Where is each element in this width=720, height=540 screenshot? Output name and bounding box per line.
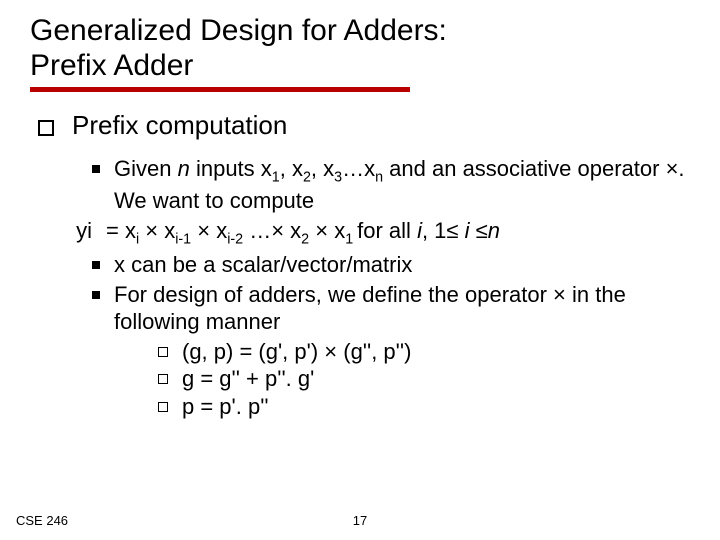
- hollow-square-bullet-icon: [38, 120, 54, 136]
- level3-item-g: g = g'' + p''. g': [158, 365, 690, 393]
- level2-text: = xi × xi-1 × xi-2 …× x2 × x1 for all i,…: [106, 217, 500, 249]
- filled-square-bullet-icon: [92, 165, 100, 173]
- slide: Generalized Design for Adders: Prefix Ad…: [0, 0, 720, 540]
- hollow-square-bullet-icon: [158, 347, 168, 357]
- level3-item-gp: (g, p) = (g', p') × (g'', p''): [158, 338, 690, 366]
- filled-square-bullet-icon: [92, 291, 100, 299]
- level2-text: x can be a scalar/vector/matrix: [114, 251, 412, 279]
- yi-label: yi: [70, 217, 92, 245]
- level2-item-given: Given n inputs x1, x2, x3…xn and an asso…: [92, 155, 690, 215]
- title-underline: [30, 87, 410, 92]
- level1-item: Prefix computation: [38, 110, 690, 141]
- level3-text: p = p'. p'': [182, 393, 269, 421]
- level2-item-operator: For design of adders, we define the oper…: [92, 281, 690, 336]
- hollow-square-bullet-icon: [158, 402, 168, 412]
- level3-text: (g, p) = (g', p') × (g'', p''): [182, 338, 411, 366]
- level2-text: Given n inputs x1, x2, x3…xn and an asso…: [114, 155, 690, 215]
- level3-item-p: p = p'. p'': [158, 393, 690, 421]
- level1-text: Prefix computation: [72, 110, 287, 141]
- filled-square-bullet-icon: [92, 261, 100, 269]
- level3-text: g = g'' + p''. g': [182, 365, 314, 393]
- level2-text: For design of adders, we define the oper…: [114, 281, 690, 336]
- level2-item-yi: yi = xi × xi-1 × xi-2 …× x2 × x1 for all…: [92, 217, 690, 249]
- level2-item-scalar: x can be a scalar/vector/matrix: [92, 251, 690, 279]
- hollow-square-bullet-icon: [158, 374, 168, 384]
- footer-page-number: 17: [0, 513, 720, 528]
- title-line-2: Prefix Adder: [30, 49, 193, 82]
- slide-title: Generalized Design for Adders: Prefix Ad…: [30, 14, 690, 83]
- title-line-1: Generalized Design for Adders:: [30, 14, 447, 47]
